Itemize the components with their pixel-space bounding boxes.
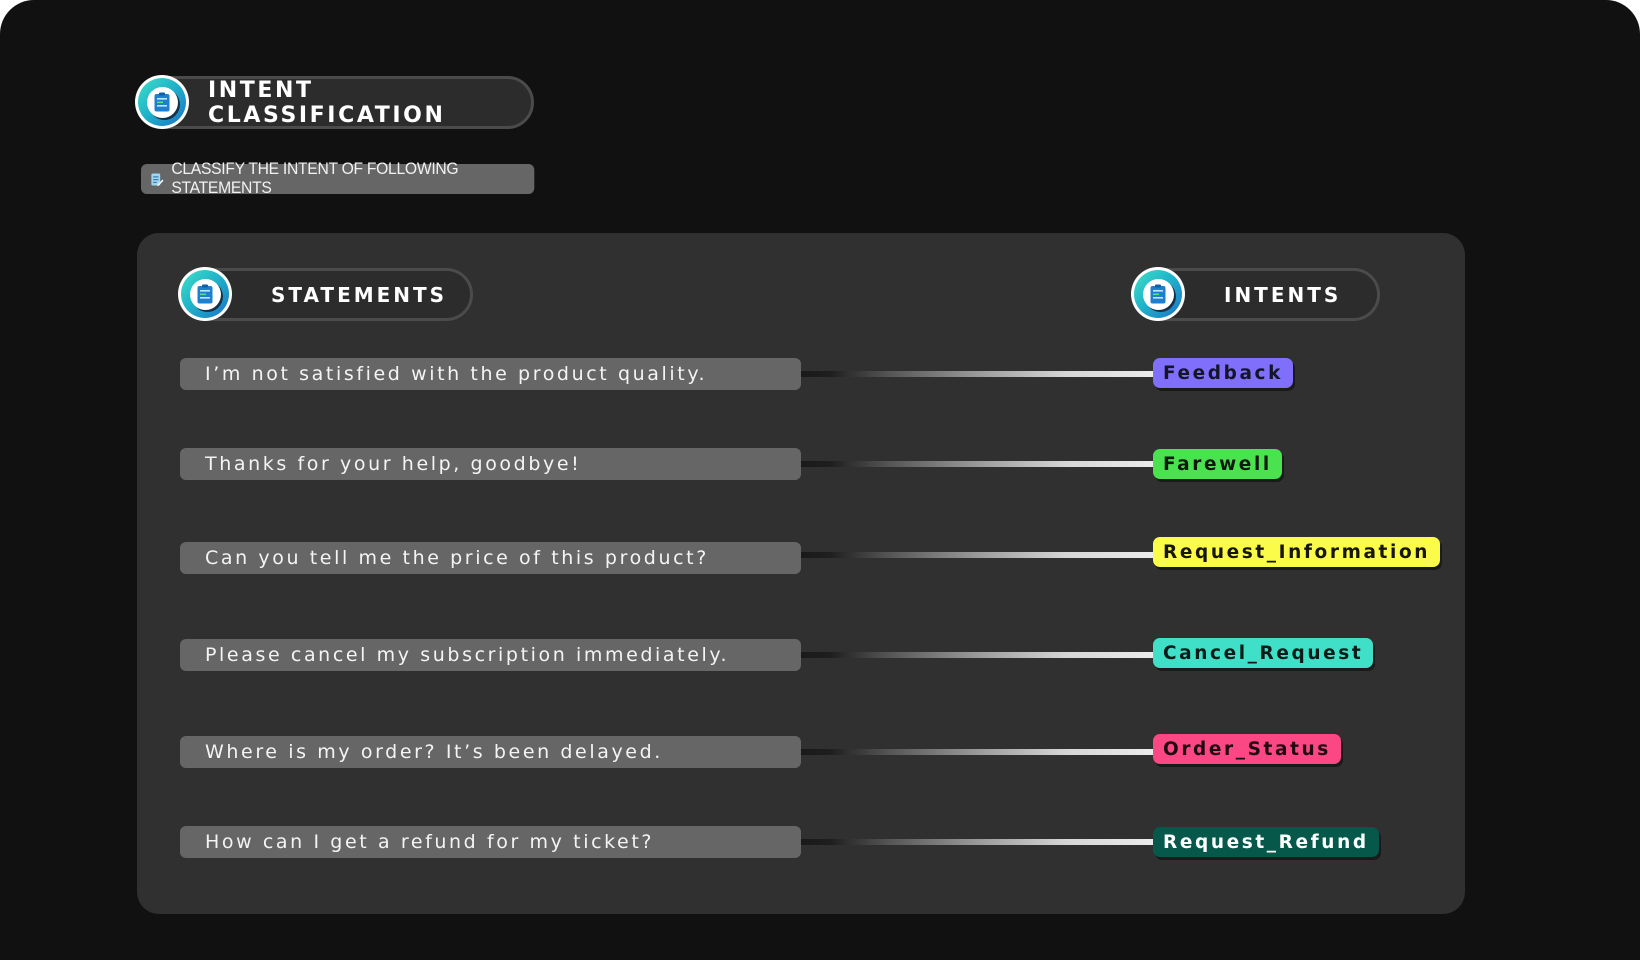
intent-label: Farewell: [1153, 449, 1282, 479]
intent-label: Feedback: [1153, 358, 1294, 388]
statement-box: Where is my order? It’s been delayed.: [180, 736, 801, 768]
statement-text: How can I get a refund for my ticket?: [205, 831, 655, 853]
intent-text: Order_Status: [1163, 738, 1331, 760]
intent-text: Feedback: [1163, 362, 1284, 384]
intent-text: Farewell: [1163, 453, 1272, 475]
statement-box: How can I get a refund for my ticket?: [180, 826, 801, 858]
intent-text: Request_Information: [1163, 541, 1431, 563]
intent-text: Request_Refund: [1163, 831, 1369, 853]
instruction-chip: CLASSIFY THE INTENT OF FOLLOWING STATEME…: [141, 160, 535, 197]
statement-text: Where is my order? It’s been delayed.: [205, 741, 663, 763]
connector-line: [801, 552, 1154, 558]
intent-label: Order_Status: [1153, 734, 1341, 764]
page-title: INTENT CLASSIFICATION: [208, 77, 446, 128]
app-frame: INTENT CLASSIFICATION CLASSIFY THE INTEN…: [0, 0, 1640, 960]
statement-box: I’m not satisfied with the product quali…: [180, 358, 801, 390]
clipboard-icon: [1150, 284, 1166, 304]
clipboard-icon: [197, 284, 213, 304]
statements-header-label: STATEMENTS: [271, 282, 448, 307]
intent-label: Request_Information: [1153, 537, 1441, 567]
edit-document-icon: [151, 172, 164, 186]
title-pill: INTENT CLASSIFICATION: [137, 76, 534, 129]
clipboard-icon: [154, 92, 170, 112]
statement-text: Thanks for your help, goodbye!: [205, 453, 582, 475]
statement-text: Please cancel my subscription immediatel…: [205, 644, 730, 666]
statement-box: Please cancel my subscription immediatel…: [180, 639, 801, 671]
intent-label: Request_Refund: [1153, 827, 1379, 857]
statement-text: I’m not satisfied with the product quali…: [205, 363, 708, 385]
statement-text: Can you tell me the price of this produc…: [205, 547, 709, 569]
connector-line: [801, 839, 1154, 845]
statement-box: Can you tell me the price of this produc…: [180, 542, 801, 574]
instruction-text: CLASSIFY THE INTENT OF FOLLOWING STATEME…: [171, 160, 459, 197]
connector-line: [801, 461, 1154, 467]
statements-badge: [178, 267, 232, 321]
intent-text: Cancel_Request: [1163, 642, 1364, 664]
statement-box: Thanks for your help, goodbye!: [180, 448, 801, 480]
title-badge: [135, 75, 189, 129]
connector-line: [801, 371, 1154, 377]
intent-label: Cancel_Request: [1153, 638, 1374, 668]
intents-badge: [1131, 267, 1185, 321]
connector-line: [801, 652, 1154, 658]
connector-line: [801, 749, 1154, 755]
intents-header-label: INTENTS: [1224, 282, 1342, 307]
